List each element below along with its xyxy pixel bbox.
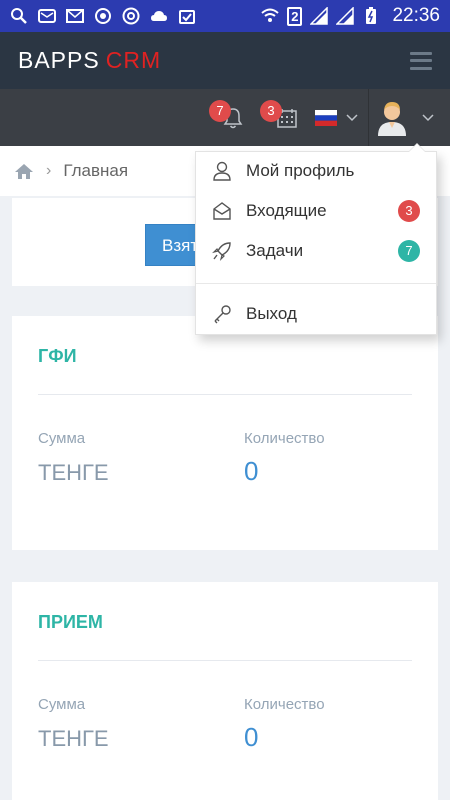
chevron-down-icon [422,113,434,121]
chevron-down-icon [346,113,358,121]
sum-value: ТЕНГЕ [38,460,109,485]
logo-accent: CRM [105,47,162,73]
toolbar-divider [368,89,369,146]
signal-icon-2 [336,7,355,25]
count-label: Количество [244,696,325,713]
android-status-bar: 2 22:36 [0,0,450,32]
rocket-icon [212,242,231,261]
count-label: Количество [244,430,325,447]
home-icon[interactable] [14,163,34,180]
status-time: 22:36 [392,5,440,26]
menu-item-label: Задачи [246,241,304,260]
breadcrumb-separator-icon: › [46,162,52,179]
status-system: 2 22:36 [261,5,440,27]
stat-card-gfi: ГФИ Сумма ТЕНГЕ Количество 0 [12,316,438,550]
search-icon [11,8,27,24]
app-logo[interactable]: BAPPS CRM [18,47,161,74]
menu-item-inbox[interactable]: Входящие 3 [196,192,436,230]
language-selector[interactable] [315,89,360,146]
message-icon [38,9,56,23]
sum-value: ТЕНГЕ [38,726,109,751]
user-dropdown-menu: Мой профиль Входящие 3 Задачи 7 Выход [195,143,437,335]
calendar-badge: 3 [260,100,282,122]
card-title: ПРИЕМ [38,612,103,632]
card-title: ГФИ [38,346,77,366]
app-header: BAPPS CRM [0,32,450,89]
stat-card-priem: ПРИЕМ Сумма ТЕНГЕ Количество 0 [12,582,438,800]
inbox-badge: 3 [398,200,420,222]
menu-item-logout[interactable]: Выход [196,295,436,333]
menu-toggle-icon[interactable] [410,51,432,70]
menu-item-label: Входящие [246,201,327,220]
menu-item-profile[interactable]: Мой профиль [196,152,436,190]
envelope-open-icon [213,202,231,220]
card-divider [38,660,412,661]
menu-divider [196,283,436,284]
user-menu-toggle[interactable] [376,89,440,146]
count-value: 0 [244,722,259,752]
breadcrumb-home-link[interactable]: Главная [63,161,128,181]
count-value: 0 [244,456,259,486]
cloud-icon [151,11,167,21]
russian-flag-icon [315,109,337,126]
sum-label: Сумма [38,430,86,447]
sum-label: Сумма [38,696,86,713]
sim-indicator: 2 [287,6,303,26]
card-divider [38,394,412,395]
status-notifications [10,7,196,25]
logo-main: BAPPS [18,47,100,73]
menu-item-tasks[interactable]: Задачи 7 [196,232,436,270]
signal-icon [310,7,329,25]
top-toolbar: 7 3 [0,89,450,146]
sync-icon [95,8,111,24]
chrome-icon [122,7,140,25]
calendar-button[interactable] [276,89,306,146]
clipboard-icon [179,10,195,24]
battery-icon [366,7,377,24]
menu-item-label: Выход [246,304,297,323]
key-icon [214,305,231,324]
notifications-badge: 7 [209,100,231,122]
wifi-icon [261,8,279,22]
tasks-badge: 7 [398,240,420,262]
user-icon [213,161,231,181]
mail-icon [66,9,84,23]
avatar [378,101,406,136]
menu-item-label: Мой профиль [246,161,355,180]
